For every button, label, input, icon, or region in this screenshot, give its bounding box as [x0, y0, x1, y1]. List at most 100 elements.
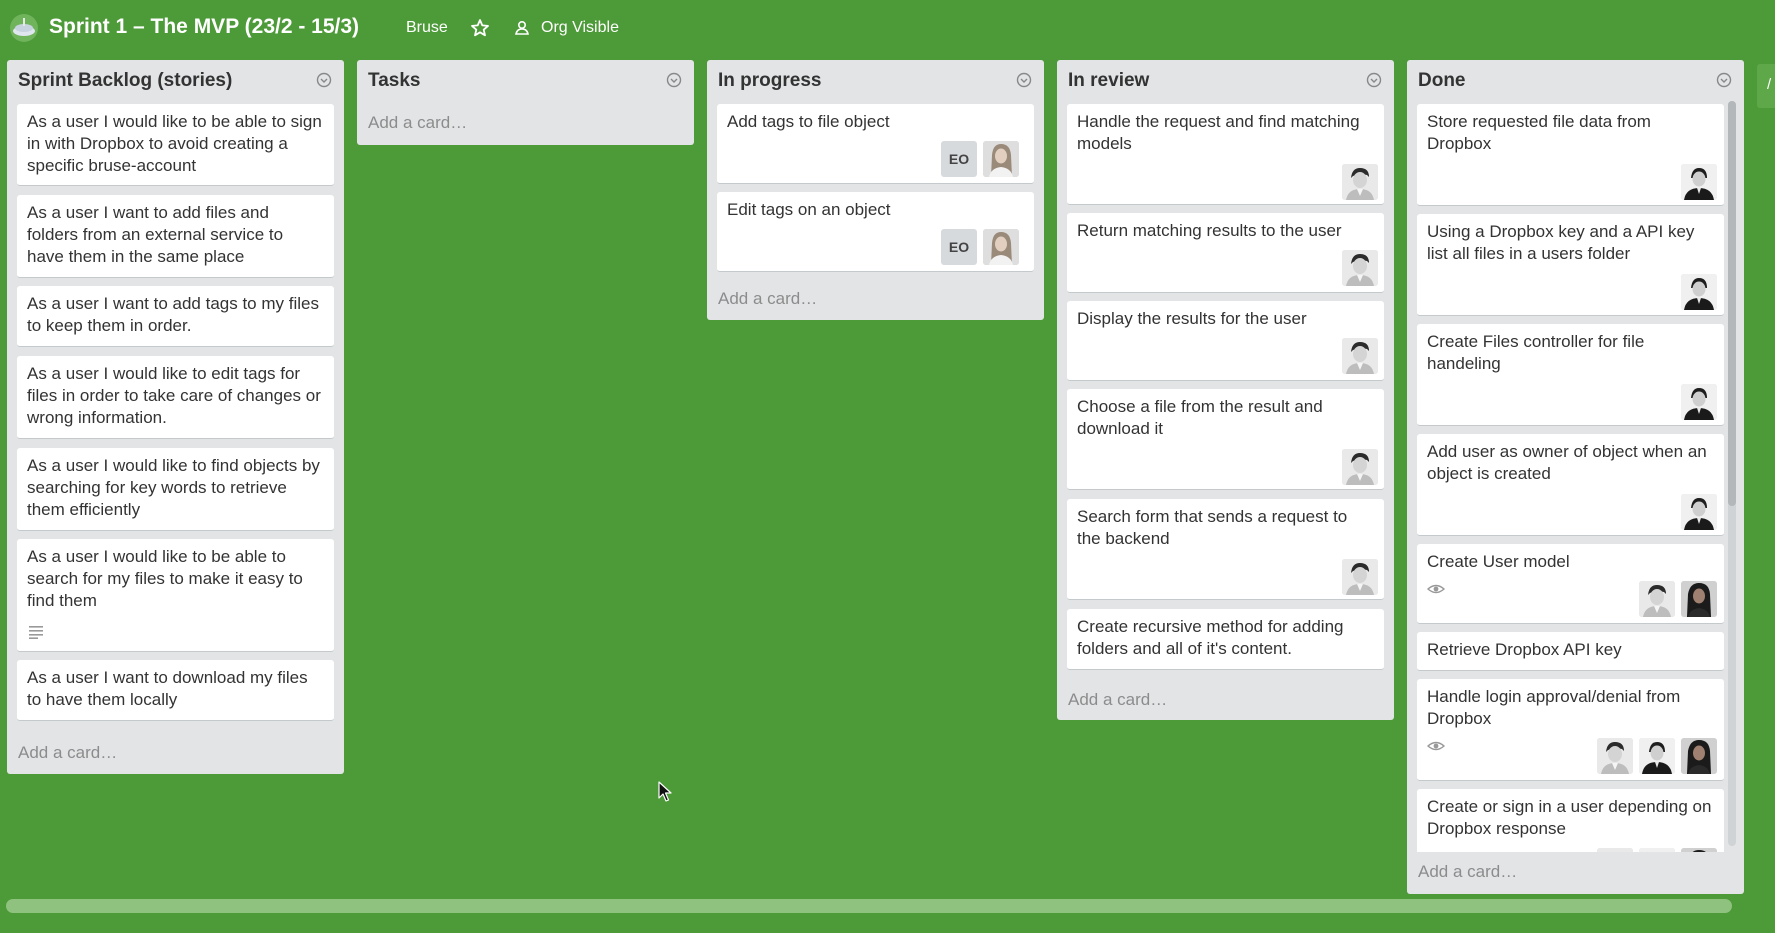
- member-avatar[interactable]: [1342, 164, 1378, 200]
- card-title: Search form that sends a request to the …: [1077, 507, 1348, 548]
- add-card-link[interactable]: Add a card…: [718, 289, 817, 309]
- list-card[interactable]: Handle login approval/denial from Dropbo…: [1417, 679, 1724, 781]
- member-avatar[interactable]: [1342, 338, 1378, 374]
- card-title: Add user as owner of object when an obje…: [1427, 442, 1707, 483]
- member-avatar[interactable]: [983, 229, 1019, 265]
- board-title[interactable]: Sprint 1 – The MVP (23/2 - 15/3): [49, 15, 359, 39]
- card-title: Store requested file data from Dropbox: [1427, 112, 1651, 153]
- description-icon: [29, 626, 43, 639]
- list-header: Done: [1407, 60, 1744, 102]
- member-avatar[interactable]: [983, 141, 1019, 177]
- list-menu-icon[interactable]: [1016, 72, 1032, 88]
- member-avatar[interactable]: [1639, 848, 1675, 852]
- member-initials[interactable]: EO: [941, 141, 977, 177]
- list-title[interactable]: In progress: [718, 70, 821, 92]
- member-avatar[interactable]: [1681, 384, 1717, 420]
- list-in-progress: In progress Add tags to file object EO E…: [707, 60, 1044, 320]
- list-card[interactable]: Display the results for the user: [1067, 301, 1384, 381]
- list-menu-icon[interactable]: [1366, 72, 1382, 88]
- list-card[interactable]: Retrieve Dropbox API key: [1417, 632, 1724, 671]
- list-card[interactable]: As a user I would like to find objects b…: [17, 448, 334, 531]
- list-title[interactable]: In review: [1068, 70, 1149, 92]
- member-avatar[interactable]: [1639, 738, 1675, 774]
- member-avatar[interactable]: [1681, 164, 1717, 200]
- card-title: As a user I want to add files and folder…: [27, 203, 284, 266]
- list-card[interactable]: Create or sign in a user depending on Dr…: [1417, 789, 1724, 852]
- board-horizontal-scrollbar[interactable]: [6, 899, 1732, 913]
- show-menu-tab[interactable]: /: [1757, 64, 1775, 108]
- member-avatar[interactable]: [1342, 559, 1378, 595]
- card-title: As a user I want to add tags to my files…: [27, 294, 319, 335]
- list-menu-icon[interactable]: [1716, 72, 1732, 88]
- list-title[interactable]: Done: [1418, 70, 1466, 92]
- list-card[interactable]: Create recursive method for adding folde…: [1067, 609, 1384, 670]
- list-menu-icon[interactable]: [316, 72, 332, 88]
- list-card[interactable]: Create Files controller for file handeli…: [1417, 324, 1724, 426]
- done-list-scroll-thumb[interactable]: [1728, 101, 1736, 506]
- watch-icon: [1427, 584, 1445, 594]
- visibility-button[interactable]: Org Visible: [541, 19, 619, 37]
- list-card[interactable]: As a user I want to add tags to my files…: [17, 286, 334, 347]
- add-card-link[interactable]: Add a card…: [1418, 862, 1517, 882]
- list-card[interactable]: Handle the request and find matching mod…: [1067, 104, 1384, 205]
- card-title: Edit tags on an object: [727, 200, 891, 219]
- done-card-scroller: Store requested file data from Dropbox U…: [1407, 100, 1744, 852]
- list-card[interactable]: Store requested file data from Dropbox: [1417, 104, 1724, 206]
- card-title: Retrieve Dropbox API key: [1427, 640, 1622, 659]
- member-initials[interactable]: EO: [941, 229, 977, 265]
- list-card[interactable]: Search form that sends a request to the …: [1067, 499, 1384, 600]
- card-title: As a user I would like to edit tags for …: [27, 364, 321, 427]
- add-card-link[interactable]: Add a card…: [368, 113, 467, 133]
- card-title: Choose a file from the result and downlo…: [1077, 397, 1323, 438]
- member-avatar[interactable]: [1681, 848, 1717, 852]
- card-title: Handle the request and find matching mod…: [1077, 112, 1360, 153]
- card-title: Create recursive method for adding folde…: [1077, 617, 1344, 658]
- list-card[interactable]: As a user I would like to be able to sig…: [17, 104, 334, 186]
- list-tasks: Tasks Add a card…: [357, 60, 694, 145]
- list-menu-icon[interactable]: [666, 72, 682, 88]
- member-avatar[interactable]: [1597, 848, 1633, 852]
- list-card[interactable]: Create User model: [1417, 544, 1724, 624]
- list-title[interactable]: Tasks: [368, 70, 420, 92]
- card-title: As a user I want to download my files to…: [27, 668, 308, 709]
- board-header: Sprint 1 – The MVP (23/2 - 15/3) Bruse O…: [0, 0, 1775, 58]
- list-title[interactable]: Sprint Backlog (stories): [18, 70, 232, 92]
- list-card[interactable]: Choose a file from the result and downlo…: [1067, 389, 1384, 490]
- card-title: Create Files controller for file handeli…: [1427, 332, 1645, 373]
- member-avatar[interactable]: [1681, 581, 1717, 617]
- list-card[interactable]: As a user I want to download my files to…: [17, 660, 334, 721]
- member-avatar[interactable]: [1639, 581, 1675, 617]
- member-avatar[interactable]: [1681, 494, 1717, 530]
- add-card-link[interactable]: Add a card…: [18, 743, 117, 763]
- list-header: In progress: [707, 60, 1044, 102]
- member-avatar[interactable]: [1681, 738, 1717, 774]
- card-title: Return matching results to the user: [1077, 221, 1342, 240]
- list-done: Done Store requested file data from Drop…: [1407, 60, 1744, 894]
- done-list-scrollbar[interactable]: [1728, 101, 1736, 846]
- board-logo-icon: [10, 14, 38, 42]
- member-avatar[interactable]: [1597, 738, 1633, 774]
- list-in-review: In review Handle the request and find ma…: [1057, 60, 1394, 720]
- list-card[interactable]: Edit tags on an object EO: [717, 192, 1034, 272]
- member-avatar[interactable]: [1681, 274, 1717, 310]
- list-card[interactable]: Add tags to file object EO: [717, 104, 1034, 184]
- list-card[interactable]: Return matching results to the user: [1067, 213, 1384, 293]
- list-card[interactable]: Using a Dropbox key and a API key list a…: [1417, 214, 1724, 316]
- card-title: Handle login approval/denial from Dropbo…: [1427, 687, 1681, 728]
- list-sprint-backlog: Sprint Backlog (stories) As a user I wou…: [7, 60, 344, 774]
- member-avatar[interactable]: [1342, 250, 1378, 286]
- side-tab-glyph: /: [1767, 76, 1772, 93]
- org-visible-icon[interactable]: [513, 19, 531, 37]
- mouse-cursor-icon: [658, 781, 672, 802]
- list-card[interactable]: Add user as owner of object when an obje…: [1417, 434, 1724, 536]
- member-avatar[interactable]: [1342, 449, 1378, 485]
- star-icon[interactable]: [470, 18, 490, 38]
- org-name-button[interactable]: Bruse: [406, 19, 448, 37]
- card-title: Create User model: [1427, 552, 1570, 571]
- card-title: As a user I would like to be able to sig…: [27, 112, 322, 175]
- watch-icon: [1427, 741, 1445, 751]
- list-card[interactable]: As a user I would like to be able to sea…: [17, 539, 334, 652]
- add-card-link[interactable]: Add a card…: [1068, 690, 1167, 710]
- list-card[interactable]: As a user I want to add files and folder…: [17, 195, 334, 278]
- list-card[interactable]: As a user I would like to edit tags for …: [17, 356, 334, 439]
